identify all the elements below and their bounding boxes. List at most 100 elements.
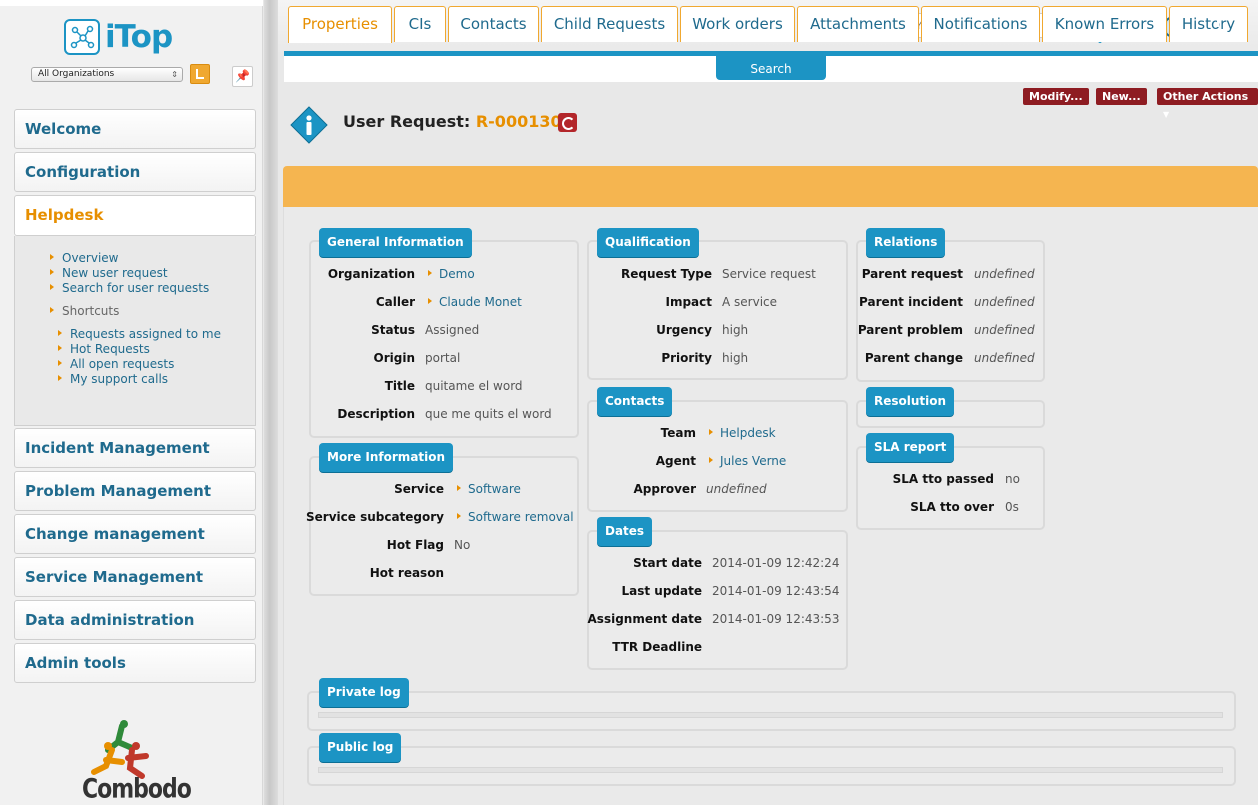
hot-reason-label: Hot reason: [369, 566, 444, 580]
tab-contacts[interactable]: Contacts: [448, 6, 539, 42]
sla-tto-passed-value: no: [1005, 472, 1020, 486]
menu-configuration-management[interactable]: Configuration Management: [14, 152, 256, 219]
object-class-label: User Request:: [343, 112, 471, 131]
agent-value[interactable]: Jules Verne: [709, 454, 786, 468]
resolution-legend: Resolution: [866, 387, 955, 416]
request-type-label: Request Type: [620, 267, 712, 281]
menu-data-administration[interactable]: Data administration: [14, 600, 256, 640]
assignment-date-value: 2014-01-09 12:43:53: [712, 612, 840, 626]
menu-change-management[interactable]: Change management: [14, 514, 256, 554]
last-update-value: 2014-01-09 12:43:54: [712, 584, 840, 598]
contacts-legend: Contacts: [597, 387, 673, 416]
start-date-label: Start date: [633, 556, 702, 570]
pin-icon: 📌: [235, 69, 250, 83]
new-button[interactable]: New...: [1096, 88, 1147, 105]
organization-tree-button[interactable]: [190, 64, 210, 84]
submenu-search-user-requests[interactable]: Search for user requests: [50, 281, 209, 295]
tab-attachments[interactable]: Attachments: [797, 6, 919, 42]
general-information-legend: General Information: [319, 228, 472, 257]
menu-problem-management[interactable]: Problem Management: [14, 471, 256, 511]
refresh-icon[interactable]: [558, 113, 577, 132]
sla-tto-over-value: 0s: [1005, 500, 1019, 514]
shortcut-requests-assigned[interactable]: Requests assigned to me: [58, 327, 221, 341]
parent-change-label: Parent change: [864, 351, 963, 365]
left-panel: iTop All Organizations ⇕ 📌 Welcome Confi…: [0, 0, 263, 805]
shortcut-hot-requests[interactable]: Hot Requests: [58, 342, 150, 356]
priority-value: high: [722, 351, 749, 365]
private-log-entries[interactable]: [318, 712, 1223, 718]
tab-cis[interactable]: CIs: [394, 6, 446, 42]
menu-welcome[interactable]: Welcome: [14, 109, 256, 149]
priority-label: Priority: [661, 351, 712, 365]
combodo-wordmark: Combodo: [82, 774, 192, 805]
urgency-value: high: [722, 323, 749, 337]
status-value: Assigned: [425, 323, 480, 337]
combodo-figures-icon: [91, 720, 149, 779]
submenu-shortcuts-heading: Shortcuts: [50, 304, 119, 318]
caller-value[interactable]: Claude Monet: [428, 295, 522, 309]
pin-menu-button[interactable]: 📌: [232, 66, 253, 87]
service-subcategory-value[interactable]: Software removal: [457, 510, 574, 524]
tab-properties[interactable]: Properties: [288, 6, 392, 43]
shortcut-my-support-calls[interactable]: My support calls: [58, 372, 168, 386]
organization-label: Organization: [327, 267, 415, 281]
search-drawer-toggle[interactable]: Search: [716, 56, 826, 80]
title-value: quitame el word: [425, 379, 523, 393]
modify-button[interactable]: Modify...: [1023, 88, 1089, 105]
status-label: Status: [371, 323, 415, 337]
ttr-deadline-label: TTR Deadline: [612, 640, 702, 654]
other-actions-button[interactable]: Other Actions ▼: [1157, 88, 1258, 119]
parent-request-label: Parent request: [861, 267, 963, 281]
last-update-label: Last update: [621, 584, 703, 598]
organization-select-value: All Organizations: [38, 69, 115, 79]
tab-known-errors[interactable]: Known Errors: [1042, 6, 1167, 42]
caller-label: Caller: [375, 295, 415, 309]
approver-label: Approver: [633, 482, 696, 496]
info-icon: [290, 106, 328, 144]
origin-label: Origin: [373, 351, 415, 365]
qualification-legend: Qualification: [597, 228, 699, 257]
hot-flag-value: No: [454, 538, 471, 552]
team-value[interactable]: Helpdesk: [709, 426, 776, 440]
submenu-overview[interactable]: Overview: [50, 251, 119, 265]
menu-admin-tools[interactable]: Admin tools: [14, 643, 256, 683]
itop-logo[interactable]: iTop: [64, 17, 173, 57]
tab-bar: [283, 166, 1258, 208]
tab-work-orders[interactable]: Work orders: [680, 6, 795, 42]
parent-change-value: undefined: [974, 351, 1035, 365]
parent-problem-value: undefined: [974, 323, 1035, 337]
description-value: que me quits el word: [425, 407, 552, 421]
public-log-fieldset: [307, 746, 1236, 786]
request-type-value: Service request: [722, 267, 816, 281]
tab-child-requests[interactable]: Child Requests: [541, 6, 678, 42]
assignment-date-label: Assignment date: [587, 612, 702, 626]
organization-select[interactable]: All Organizations ⇕: [31, 67, 183, 82]
sla-tto-passed-label: SLA tto passed: [892, 472, 994, 486]
page-title: User Request: R-000130: [343, 112, 562, 131]
menu-service-management[interactable]: Service Management: [14, 557, 256, 597]
tab-history[interactable]: History: [1169, 6, 1248, 42]
tab-notifications[interactable]: Notifications: [921, 6, 1040, 42]
menu-helpdesk[interactable]: Helpdesk: [14, 195, 256, 236]
other-actions-label: Other Actions: [1163, 90, 1249, 103]
panel-splitter[interactable]: [264, 0, 278, 805]
parent-incident-value: undefined: [974, 295, 1035, 309]
submenu-new-user-request[interactable]: New user request: [50, 266, 168, 280]
approver-value: undefined: [706, 482, 767, 496]
description-label: Description: [337, 407, 415, 421]
organization-value[interactable]: Demo: [428, 267, 475, 281]
itop-logo-text: iTop: [105, 19, 173, 55]
select-arrows-icon: ⇕: [171, 70, 178, 79]
urgency-label: Urgency: [656, 323, 712, 337]
agent-label: Agent: [655, 454, 696, 468]
shortcut-all-open-requests[interactable]: All open requests: [58, 357, 174, 371]
left-panel-top-border: [0, 0, 263, 6]
itop-logo-icon: [64, 19, 100, 55]
dates-legend: Dates: [597, 517, 653, 546]
service-value[interactable]: Software: [457, 482, 521, 496]
team-label: Team: [660, 426, 696, 440]
public-log-entries[interactable]: [318, 767, 1223, 773]
impact-label: Impact: [665, 295, 712, 309]
menu-incident-management[interactable]: Incident Management: [14, 428, 256, 468]
title-label: Title: [384, 379, 415, 393]
